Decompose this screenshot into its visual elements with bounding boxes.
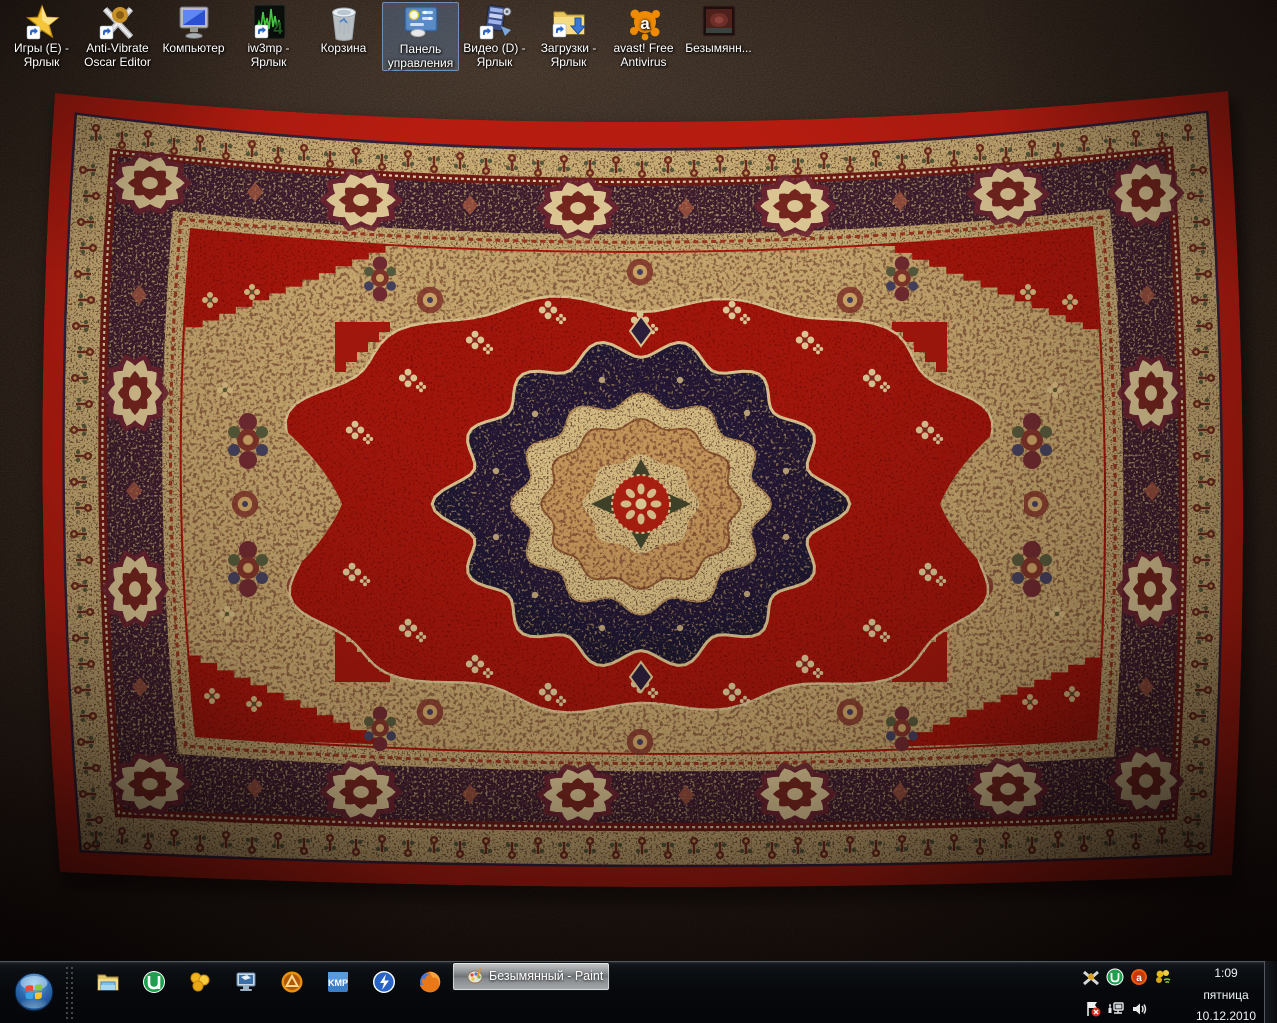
svg-text:4: 4 [273,19,283,38]
svg-text:a: a [1136,973,1142,984]
svg-text:a: a [640,14,650,33]
svg-text:KMP: KMP [328,978,348,988]
